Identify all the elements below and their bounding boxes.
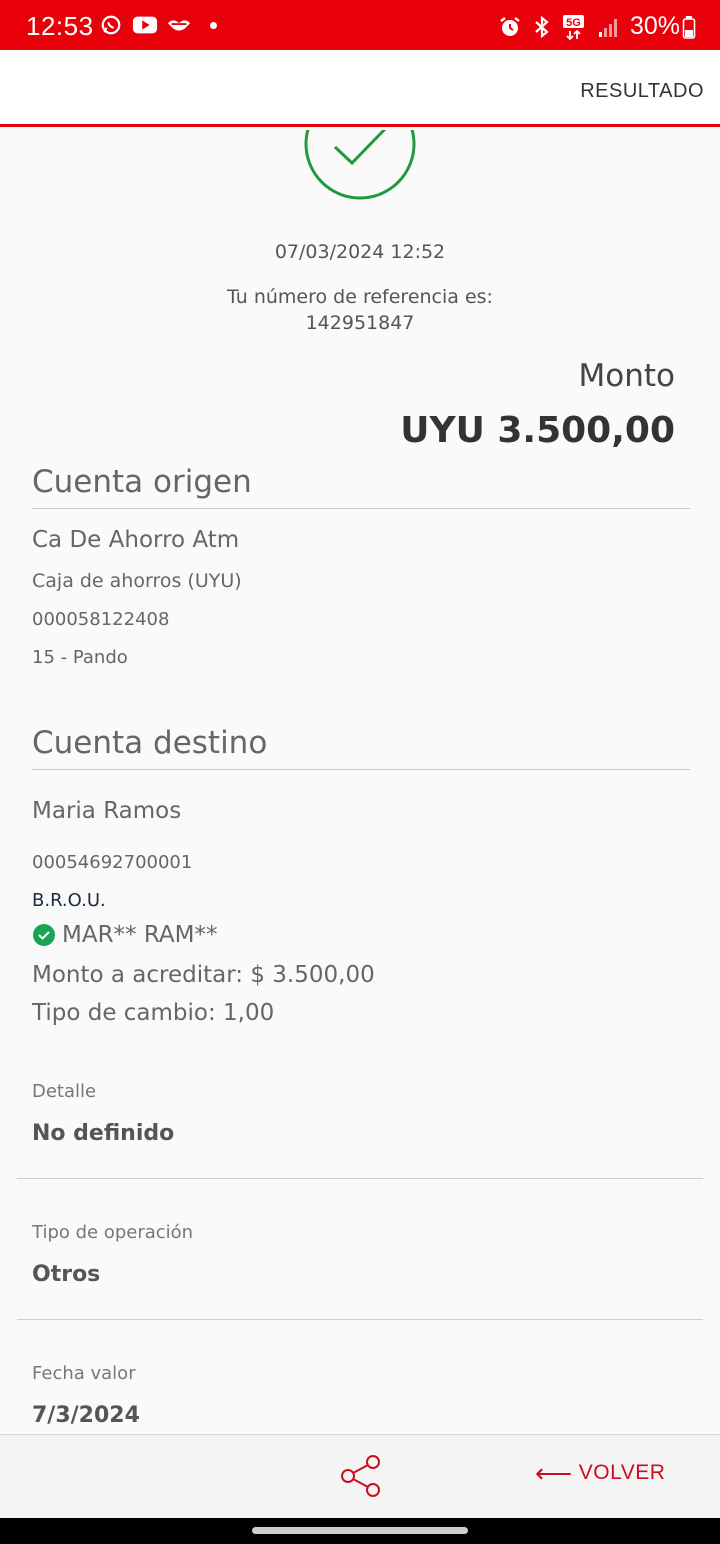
value-date-label: Fecha valor (32, 1363, 136, 1384)
system-navigation-bar (0, 1518, 720, 1544)
youtube-icon (132, 16, 158, 34)
back-button-label: VOLVER (578, 1461, 666, 1484)
network-5g-icon: 5G (562, 14, 584, 40)
operation-type-label: Tipo de operación (32, 1222, 194, 1243)
operation-type-divider (17, 1319, 703, 1320)
battery-level: 30% (629, 12, 680, 40)
whatsapp-icon (101, 15, 121, 35)
notification-dot (210, 21, 217, 29)
detail-label: Detalle (32, 1081, 97, 1102)
back-button[interactable]: ⟵ VOLVER (535, 1458, 666, 1488)
signal-icon (598, 18, 617, 37)
home-indicator[interactable] (252, 1527, 468, 1534)
operation-type-value: Otros (32, 1262, 101, 1287)
handshake-icon (167, 20, 191, 31)
notification-icons (98, 14, 217, 36)
amount-label: Monto (578, 358, 675, 394)
amount-value: UYU 3.500,00 (400, 410, 675, 451)
destination-divider (32, 769, 690, 770)
arrow-left-icon: ⟵ (535, 1458, 573, 1488)
status-time: 12:53 (26, 11, 94, 41)
detail-value: No definido (32, 1121, 175, 1146)
system-icons: 5G 30% (498, 12, 696, 41)
transaction-datetime: 07/03/2024 12:52 (274, 241, 446, 263)
app-bar: RESULTADO (0, 50, 720, 127)
bottom-action-bar: ⟵ VOLVER (0, 1434, 720, 1518)
detail-divider (17, 1178, 703, 1179)
share-icon (341, 1455, 380, 1497)
status-bar: 12:53 5G 30% (0, 0, 720, 50)
reference-label: Tu número de referencia es: (227, 286, 493, 308)
exchange-rate: Tipo de cambio: 1,00 (32, 1000, 275, 1026)
value-date-value: 7/3/2024 (32, 1403, 140, 1428)
svg-text:5G: 5G (566, 17, 581, 29)
origin-account-number: 000058122408 (32, 609, 170, 630)
page-title: RESULTADO (580, 80, 704, 102)
credit-amount: Monto a acreditar: $ 3.500,00 (32, 962, 375, 988)
destination-section-title: Cuenta destino (32, 725, 268, 761)
origin-account-name: Ca De Ahorro Atm (32, 527, 240, 553)
reference-number: 142951847 (305, 312, 415, 334)
destination-account-number: 00054692700001 (32, 852, 193, 873)
check-circle-icon (304, 130, 416, 200)
origin-account-type: Caja de ahorros (UYU) (32, 570, 242, 592)
destination-name: Maria Ramos (32, 798, 182, 824)
verified-check-icon (33, 924, 55, 946)
alarm-icon (500, 16, 520, 36)
origin-section-title: Cuenta origen (32, 464, 252, 500)
share-button[interactable] (334, 1449, 388, 1503)
origin-branch: 15 - Pando (32, 647, 128, 668)
bluetooth-icon (535, 15, 549, 38)
destination-bank: B.R.O.U. (32, 890, 106, 911)
verified-holder-name: MAR** RAM** (62, 922, 218, 948)
origin-divider (32, 508, 690, 509)
battery-icon (682, 15, 696, 39)
verified-holder: MAR** RAM** (32, 922, 218, 948)
result-content[interactable]: 07/03/2024 12:52 Tu número de referencia… (0, 130, 720, 1434)
